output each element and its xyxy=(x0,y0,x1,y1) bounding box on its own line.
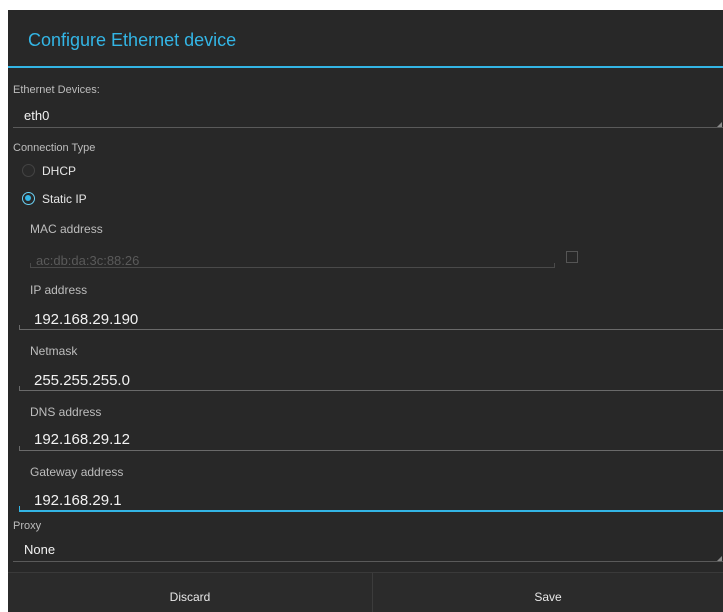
ethernet-devices-value: eth0 xyxy=(24,108,50,123)
ip-address-tick-left xyxy=(19,325,20,330)
mac-address-label: MAC address xyxy=(30,222,103,236)
ip-address-underline xyxy=(19,329,723,330)
ip-address-value: 192.168.29.190 xyxy=(34,311,139,328)
connection-type-label: Connection Type xyxy=(13,142,96,154)
proxy-label: Proxy xyxy=(13,520,42,532)
save-button[interactable]: Save xyxy=(373,573,723,612)
dialog-title-bar: Configure Ethernet device xyxy=(8,10,723,66)
dialog-title: Configure Ethernet device xyxy=(28,30,237,50)
dialog-button-bar: Discard Save xyxy=(8,572,723,612)
gateway-address-tick-left xyxy=(19,506,20,511)
dns-address-value: 192.168.29.12 xyxy=(34,431,130,448)
radio-unchecked-icon xyxy=(22,164,35,177)
dns-address-tick-left xyxy=(19,446,20,451)
mac-address-checkbox[interactable] xyxy=(566,251,578,263)
proxy-value: None xyxy=(24,542,56,557)
gateway-address-value: 192.168.29.1 xyxy=(34,492,122,509)
mac-address-tick-left xyxy=(30,263,31,268)
mac-address-tick-right xyxy=(554,263,555,268)
radio-static-ip-label: Static IP xyxy=(42,192,87,206)
discard-button[interactable]: Discard xyxy=(8,573,372,612)
gateway-address-underline xyxy=(19,510,723,512)
radio-dhcp-label: DHCP xyxy=(42,164,77,178)
configure-ethernet-dialog: Configure Ethernet device Ethernet Devic… xyxy=(8,10,723,612)
mac-address-underline xyxy=(30,267,555,268)
proxy-underline xyxy=(13,561,723,562)
radio-checked-icon xyxy=(22,192,35,205)
ethernet-devices-underline xyxy=(13,127,723,128)
netmask-label: Netmask xyxy=(30,344,78,358)
netmask-underline xyxy=(19,390,723,391)
title-divider xyxy=(8,66,723,68)
gateway-address-label: Gateway address xyxy=(30,465,124,479)
spinner-arrow-icon xyxy=(717,122,722,127)
dns-address-label: DNS address xyxy=(30,405,102,419)
netmask-value: 255.255.255.0 xyxy=(34,372,130,389)
dns-address-underline xyxy=(19,450,723,451)
ethernet-devices-label: Ethernet Devices: xyxy=(13,84,100,96)
spinner-arrow-icon xyxy=(717,556,722,561)
mac-address-value: ac:db:da:3c:88:26 xyxy=(36,253,140,268)
netmask-tick-left xyxy=(19,386,20,391)
ip-address-label: IP address xyxy=(30,283,88,297)
